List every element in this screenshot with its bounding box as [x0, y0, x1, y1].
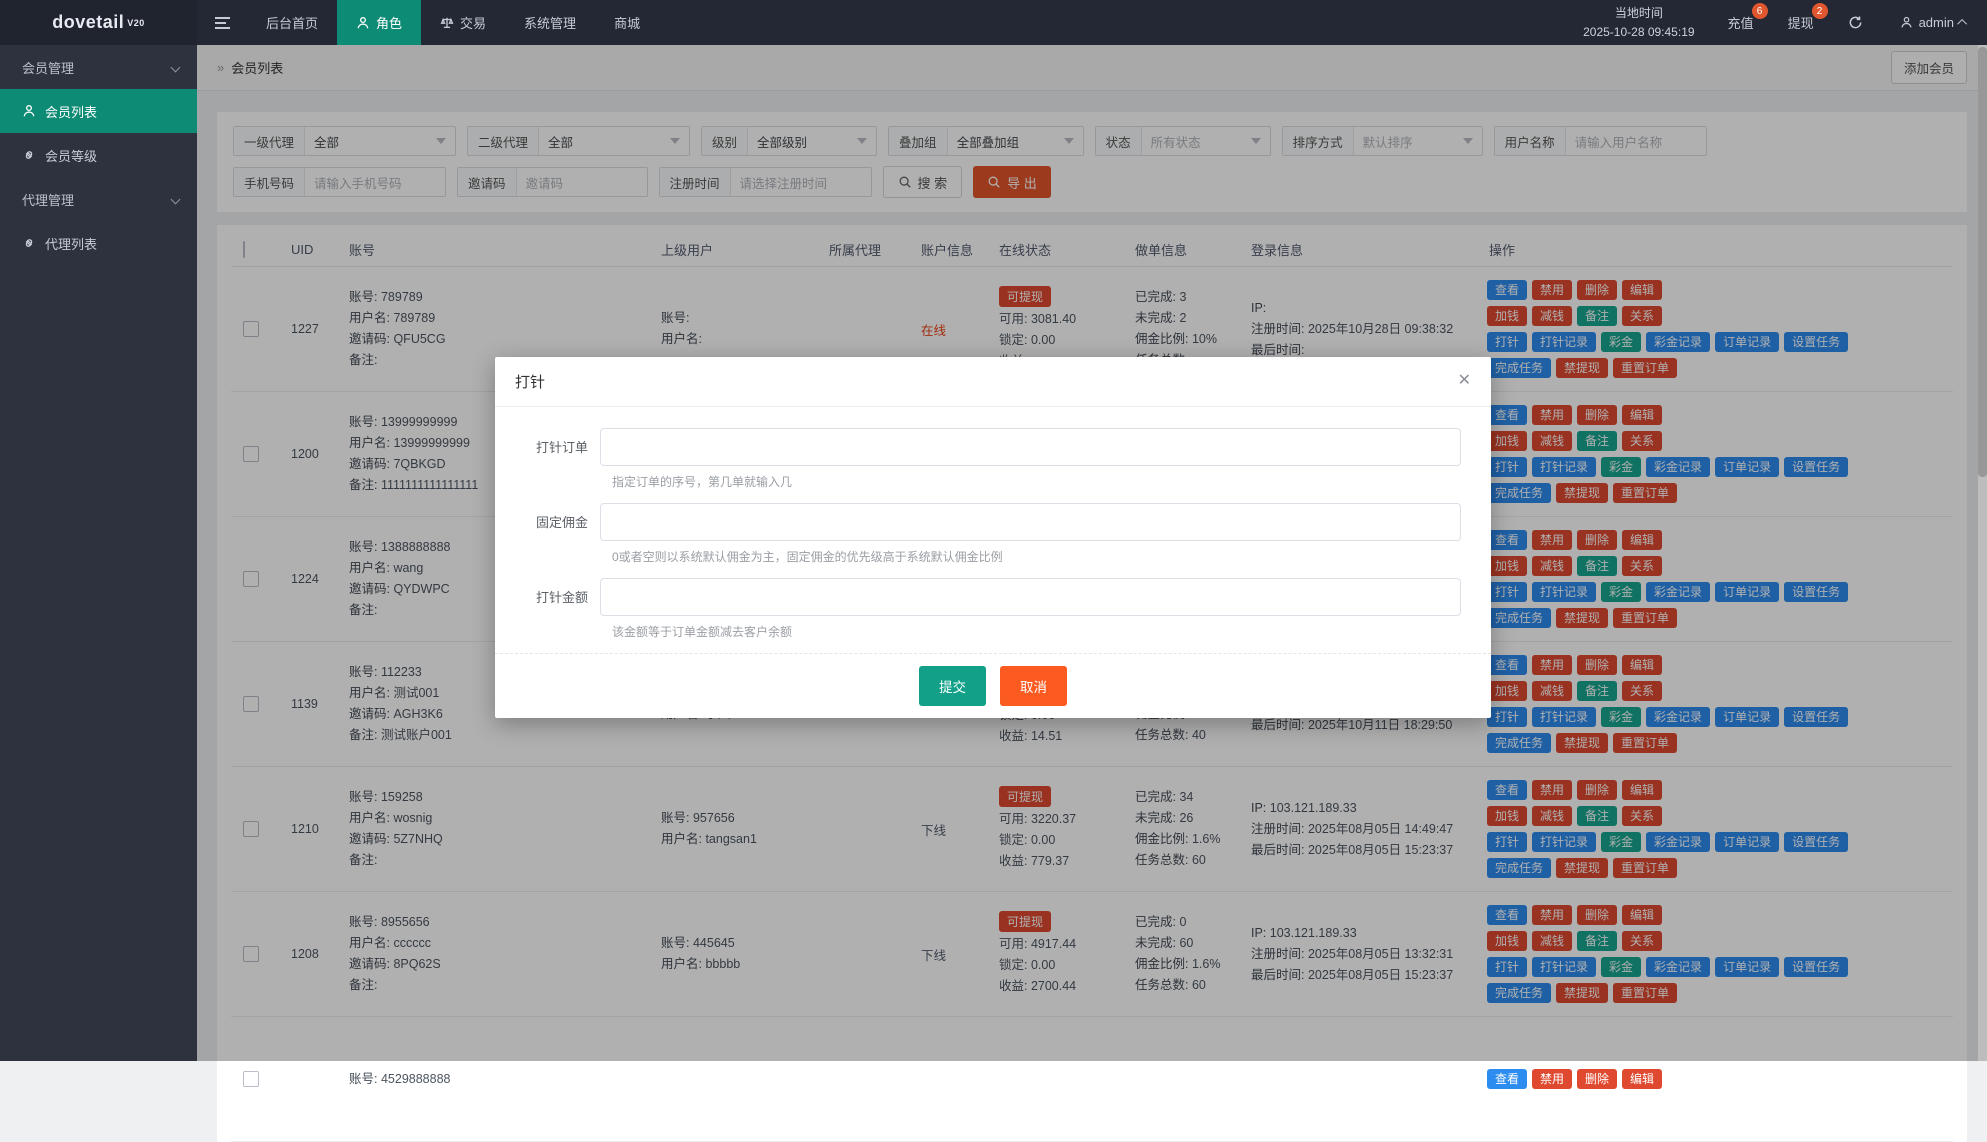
- row-checkbox[interactable]: [243, 1071, 259, 1087]
- withdraw-button[interactable]: 提现 2: [1771, 0, 1831, 45]
- sidebar-item-label: 代理列表: [45, 234, 97, 253]
- logo-version: V20: [127, 18, 145, 28]
- nav-item-3[interactable]: 系统管理: [505, 0, 595, 45]
- nav-item-2[interactable]: 交易: [421, 0, 505, 45]
- user-menu[interactable]: admin: [1880, 0, 1987, 45]
- action-button-编辑[interactable]: 编辑: [1622, 1069, 1662, 1089]
- local-time-label: 当地时间: [1615, 4, 1663, 23]
- recharge-button[interactable]: 充值 6: [1711, 0, 1771, 45]
- sidebar-item-0-0[interactable]: 会员列表: [0, 89, 197, 133]
- close-icon[interactable]: ✕: [1458, 373, 1471, 389]
- nav-item-label: 后台首页: [266, 13, 318, 32]
- link-icon: [22, 236, 36, 250]
- nav-item-label: 角色: [376, 13, 402, 32]
- user-name: admin: [1919, 15, 1954, 30]
- field-input-固定佣金[interactable]: [600, 503, 1461, 541]
- nav-item-label: 系统管理: [524, 13, 576, 32]
- recharge-badge: 6: [1752, 3, 1768, 19]
- field-input-打针金额[interactable]: [600, 578, 1461, 616]
- nav-item-label: 商城: [614, 13, 640, 32]
- hamburger-menu-icon[interactable]: [197, 0, 247, 45]
- action-button-row: 查看禁用删除编辑: [1487, 1066, 1953, 1092]
- scrollbar-thumb[interactable]: [1978, 47, 1987, 477]
- field-label: 打针订单: [515, 437, 600, 456]
- cancel-button[interactable]: 取消: [1000, 666, 1067, 706]
- logo-text: dovetail: [52, 12, 124, 33]
- sidebar-group-1[interactable]: 代理管理: [0, 177, 197, 221]
- top-navbar: dovetail V20 后台首页 角色 交易 系统管理 商城 当地时间 2025-10…: [0, 0, 1987, 45]
- person-icon: [1900, 16, 1913, 29]
- page-scrollbar[interactable]: [1978, 45, 1987, 1061]
- nav-item-0[interactable]: 后台首页: [247, 0, 337, 45]
- action-button-禁用[interactable]: 禁用: [1532, 1069, 1572, 1089]
- action-button-删除[interactable]: 删除: [1577, 1069, 1617, 1089]
- sidebar-group-label: 代理管理: [22, 190, 74, 209]
- nav-item-label: 交易: [460, 13, 486, 32]
- chevron-up-icon: [1957, 19, 1967, 29]
- link-icon: [22, 148, 36, 162]
- sidebar-group-label: 会员管理: [22, 58, 74, 77]
- field-help-text: 0或者空则以系统默认佣金为主，固定佣金的优先级高于系统默认佣金比例: [612, 548, 1461, 565]
- scale-icon: [440, 16, 454, 30]
- field-label: 固定佣金: [515, 512, 600, 531]
- person-icon: [356, 16, 370, 30]
- nav-item-1[interactable]: 角色: [337, 0, 421, 45]
- dialog-title: 打针: [515, 371, 545, 392]
- sidebar: 会员管理会员列表会员等级代理管理代理列表: [0, 45, 197, 1061]
- local-time-value: 2025-10-28 09:45:19: [1583, 23, 1694, 42]
- refresh-icon[interactable]: [1831, 0, 1880, 45]
- field-input-打针订单[interactable]: [600, 428, 1461, 466]
- info-line: 账号: 4529888888: [349, 1069, 651, 1090]
- sidebar-group-0[interactable]: 会员管理: [0, 45, 197, 89]
- app-logo: dovetail V20: [0, 0, 197, 45]
- inject-dialog: 打针 ✕ 打针订单指定订单的序号，第几单就输入几固定佣金 0或者空则以系统默认佣金…: [495, 357, 1491, 718]
- sidebar-item-0-1[interactable]: 会员等级: [0, 133, 197, 177]
- field-help-text: 指定订单的序号，第几单就输入几: [612, 473, 1461, 490]
- info-value: 4529888888: [377, 1072, 450, 1086]
- withdraw-badge: 2: [1812, 3, 1828, 19]
- chevron-down-icon: [171, 194, 181, 204]
- action-button-查看[interactable]: 查看: [1487, 1069, 1527, 1089]
- field-label: 打针金额: [515, 587, 600, 606]
- form-row: 打针订单指定订单的序号，第几单就输入几: [515, 428, 1461, 490]
- local-time: 当地时间 2025-10-28 09:45:19: [1567, 0, 1710, 45]
- sidebar-item-label: 会员列表: [45, 102, 97, 121]
- chevron-down-icon: [171, 62, 181, 72]
- form-row: 打针金额该金额等于订单金额减去客户余额: [515, 578, 1461, 640]
- form-row: 固定佣金 0或者空则以系统默认佣金为主，固定佣金的优先级高于系统默认佣金比例: [515, 503, 1461, 565]
- nav-item-4[interactable]: 商城: [595, 0, 659, 45]
- sidebar-item-1-0[interactable]: 代理列表: [0, 221, 197, 265]
- info-label: 账号:: [349, 1072, 377, 1086]
- field-help-text: 该金额等于订单金额减去客户余额: [612, 623, 1461, 640]
- person-icon: [22, 104, 36, 118]
- submit-button[interactable]: 提交: [919, 666, 986, 706]
- sidebar-item-label: 会员等级: [45, 146, 97, 165]
